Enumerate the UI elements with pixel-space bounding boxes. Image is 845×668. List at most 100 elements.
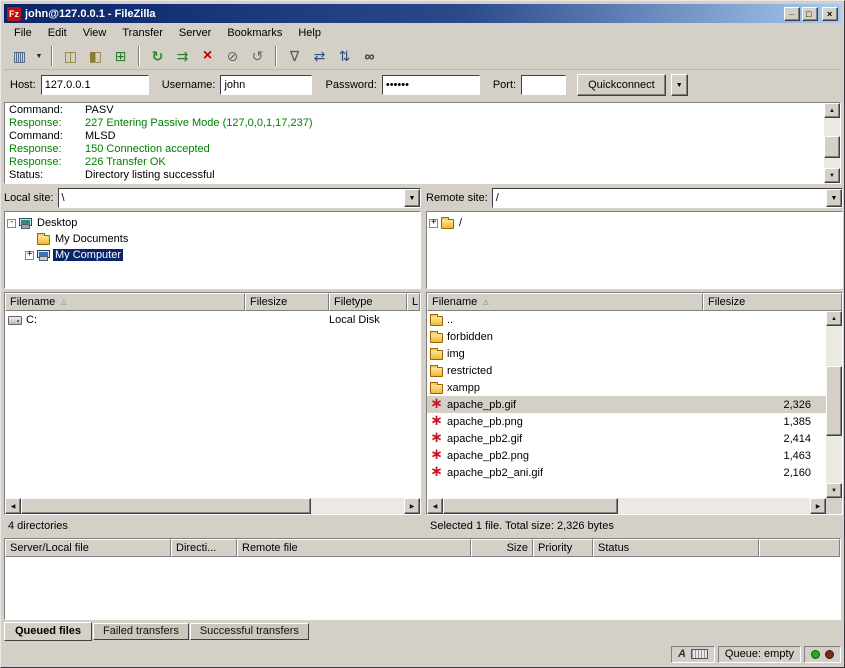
close-button[interactable] <box>822 7 838 21</box>
refresh-icon[interactable] <box>146 45 169 67</box>
remote-horizontal-scrollbar[interactable] <box>427 498 826 514</box>
local-pane: Local site: \ Desktop My Documents <box>4 187 421 535</box>
menu-transfer[interactable]: Transfer <box>114 24 171 42</box>
reconnect-icon[interactable] <box>246 45 269 67</box>
process-queue-icon[interactable] <box>171 45 194 67</box>
toggle-transfer-queue-icon[interactable] <box>109 45 132 67</box>
scroll-down-icon[interactable] <box>826 483 842 498</box>
column-header-filename[interactable]: Filename <box>5 293 245 311</box>
username-input[interactable] <box>220 75 312 95</box>
menu-file[interactable]: File <box>6 24 40 42</box>
port-input[interactable] <box>521 75 566 95</box>
host-label: Host: <box>10 79 36 91</box>
menu-view[interactable]: View <box>75 24 115 42</box>
menu-bookmarks[interactable]: Bookmarks <box>219 24 290 42</box>
tree-item-my-documents[interactable]: My Documents <box>7 231 418 247</box>
computer-icon <box>37 250 50 261</box>
disconnect-icon[interactable] <box>221 45 244 67</box>
remote-file-row[interactable]: apache_pb2.png1,463 <box>427 447 826 464</box>
menu-edit[interactable]: Edit <box>40 24 75 42</box>
remote-vertical-scrollbar[interactable] <box>826 311 842 498</box>
log-vertical-scrollbar[interactable] <box>824 103 840 183</box>
column-header-remote-file[interactable]: Remote file <box>237 539 471 557</box>
scroll-up-icon[interactable] <box>824 103 840 118</box>
scroll-right-icon[interactable] <box>404 498 420 514</box>
collapse-expander-icon[interactable] <box>7 219 16 228</box>
site-manager-dropdown-icon[interactable] <box>33 45 45 67</box>
chevron-down-icon[interactable] <box>826 189 842 207</box>
log-line: Response:226 Transfer OK <box>9 156 820 169</box>
title-bar[interactable]: john@127.0.0.1 - FileZilla <box>4 4 841 23</box>
message-log-lines: Command:PASV Response:227 Entering Passi… <box>5 103 824 183</box>
quickconnect-dropdown-icon[interactable] <box>671 74 688 96</box>
keyboard-icon[interactable] <box>691 649 708 659</box>
chevron-down-icon[interactable] <box>404 189 420 207</box>
expand-expander-icon[interactable] <box>429 219 438 228</box>
local-file-row[interactable]: C: Local Disk <box>5 311 420 328</box>
column-header-server-local-file[interactable]: Server/Local file <box>5 539 171 557</box>
remote-file-row[interactable]: forbidden <box>427 328 826 345</box>
image-file-icon <box>430 466 443 479</box>
column-header-filesize[interactable]: Filesize <box>703 293 842 311</box>
remote-status-text: Selected 1 file. Total size: 2,326 bytes <box>426 517 843 535</box>
remote-file-row[interactable]: apache_pb.png1,385 <box>427 413 826 430</box>
synchronized-browsing-icon[interactable] <box>333 45 356 67</box>
remote-pane: Remote site: / / Filename Filesize <box>426 187 843 535</box>
scrollbar-thumb[interactable] <box>443 498 618 514</box>
remote-file-row[interactable]: xampp <box>427 379 826 396</box>
column-header-size[interactable]: Size <box>471 539 533 557</box>
maximize-button[interactable] <box>802 7 818 21</box>
menu-server[interactable]: Server <box>171 24 219 42</box>
cancel-icon[interactable] <box>196 45 219 67</box>
column-header-filesize[interactable]: Filesize <box>245 293 329 311</box>
remote-site-combobox[interactable]: / <box>492 188 843 208</box>
remote-site-label: Remote site: <box>426 192 488 204</box>
column-header-direction[interactable]: Directi... <box>171 539 237 557</box>
quickconnect-button[interactable]: Quickconnect <box>577 74 666 96</box>
site-manager-icon[interactable] <box>8 45 31 67</box>
column-header-status[interactable]: Status <box>593 539 759 557</box>
minimize-button[interactable] <box>784 7 800 21</box>
encoding-indicator-icon[interactable] <box>678 648 686 660</box>
remote-file-list: Filename Filesize .. forbidden img restr… <box>426 292 843 515</box>
tab-queued-files[interactable]: Queued files <box>4 622 92 641</box>
scrollbar-thumb[interactable] <box>824 136 840 158</box>
menu-help[interactable]: Help <box>290 24 329 42</box>
tab-successful-transfers[interactable]: Successful transfers <box>190 623 309 640</box>
scroll-right-icon[interactable] <box>810 498 826 514</box>
remote-file-row[interactable]: .. <box>427 311 826 328</box>
directory-listing-filters-icon[interactable] <box>283 45 306 67</box>
find-files-icon[interactable] <box>358 45 381 67</box>
column-header-filetype[interactable]: Filetype <box>329 293 407 311</box>
sort-ascending-icon <box>61 298 66 306</box>
password-input[interactable] <box>382 75 480 95</box>
remote-file-row[interactable]: apache_pb2_ani.gif2,160 <box>427 464 826 481</box>
host-input[interactable] <box>41 75 149 95</box>
column-header-filename[interactable]: Filename <box>427 293 703 311</box>
expand-expander-icon[interactable] <box>25 251 34 260</box>
scrollbar-thumb[interactable] <box>826 366 842 436</box>
toggle-directory-trees-icon[interactable] <box>84 45 107 67</box>
drive-icon <box>8 316 22 325</box>
column-header-priority[interactable]: Priority <box>533 539 593 557</box>
remote-file-row[interactable]: apache_pb.gif2,326 <box>427 396 826 413</box>
queue-body[interactable] <box>5 557 840 619</box>
scroll-up-icon[interactable] <box>826 311 842 326</box>
sort-ascending-icon <box>483 298 488 306</box>
tree-item-root[interactable]: / <box>429 215 840 231</box>
local-site-combobox[interactable]: \ <box>58 188 421 208</box>
column-header-last-modified[interactable]: L <box>407 293 420 311</box>
scroll-left-icon[interactable] <box>5 498 21 514</box>
remote-file-row[interactable]: apache_pb2.gif2,414 <box>427 430 826 447</box>
tree-item-desktop[interactable]: Desktop <box>7 215 418 231</box>
remote-file-row[interactable]: img <box>427 345 826 362</box>
tab-failed-transfers[interactable]: Failed transfers <box>93 623 189 640</box>
scroll-left-icon[interactable] <box>427 498 443 514</box>
scroll-down-icon[interactable] <box>824 168 840 183</box>
remote-file-row[interactable]: restricted <box>427 362 826 379</box>
tree-item-my-computer[interactable]: My Computer <box>7 247 418 263</box>
local-horizontal-scrollbar[interactable] <box>5 498 420 514</box>
toggle-message-log-icon[interactable] <box>59 45 82 67</box>
directory-comparison-icon[interactable] <box>308 45 331 67</box>
scrollbar-thumb[interactable] <box>21 498 311 514</box>
